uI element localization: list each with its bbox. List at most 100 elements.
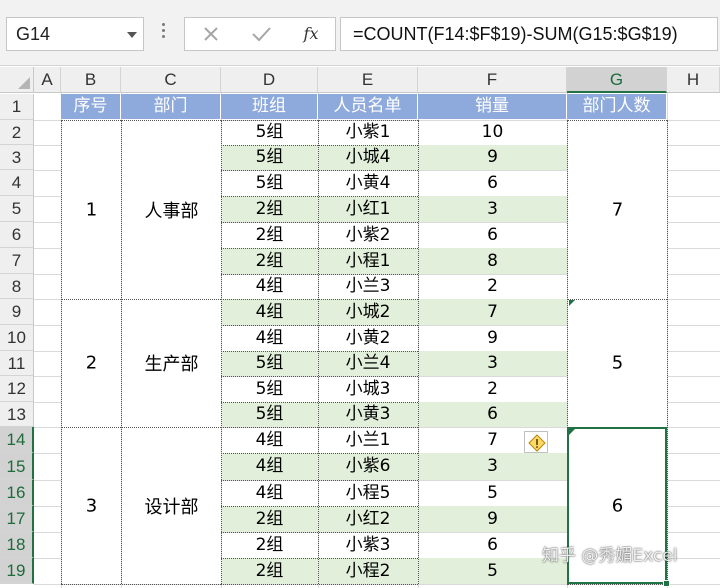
cancel-icon[interactable] xyxy=(191,18,231,50)
warning-diamond-icon[interactable] xyxy=(524,431,548,453)
chevron-down-icon[interactable] xyxy=(127,32,137,38)
row-header-4[interactable]: 4 xyxy=(0,170,34,196)
table-cell[interactable]: 小黄4 xyxy=(318,170,418,196)
department-cell[interactable]: 生产部 xyxy=(122,299,221,427)
row-header-10[interactable]: 10 xyxy=(0,325,34,351)
column-header-h[interactable]: H xyxy=(667,67,720,93)
table-cell[interactable]: 2 xyxy=(418,376,567,402)
table-cell[interactable]: 5组 xyxy=(221,170,318,196)
table-cell[interactable]: 小黄3 xyxy=(318,402,418,427)
table-cell[interactable]: 3 xyxy=(418,453,567,480)
select-all-button[interactable] xyxy=(0,67,34,93)
table-cell[interactable]: 5 xyxy=(418,480,567,506)
table-cell[interactable]: 小兰1 xyxy=(318,427,418,453)
table-cell[interactable]: 2组 xyxy=(221,248,318,274)
row-header-18[interactable]: 18 xyxy=(0,532,34,558)
table-cell[interactable]: 小兰4 xyxy=(318,351,418,376)
table-cell[interactable]: 4组 xyxy=(221,480,318,506)
table-cell[interactable]: 小紫1 xyxy=(318,120,418,145)
table-cell[interactable]: 5组 xyxy=(221,145,318,170)
table-cell[interactable]: 4组 xyxy=(221,274,318,299)
index-cell[interactable]: 2 xyxy=(62,299,121,427)
table-cell[interactable]: 5组 xyxy=(221,351,318,376)
row-header-11[interactable]: 11 xyxy=(0,351,34,376)
table-cell[interactable]: 7 xyxy=(418,299,567,325)
department-cell[interactable]: 设计部 xyxy=(122,427,221,584)
table-cell[interactable]: 2组 xyxy=(221,532,318,558)
row-header-14[interactable]: 14 xyxy=(0,427,34,453)
table-cell[interactable]: 2组 xyxy=(221,196,318,222)
table-cell[interactable]: 5组 xyxy=(221,376,318,402)
name-box[interactable]: G14 xyxy=(6,17,144,51)
table-cell[interactable]: 8 xyxy=(418,248,567,274)
table-cell[interactable]: 9 xyxy=(418,506,567,532)
row-header-17[interactable]: 17 xyxy=(0,506,34,532)
table-cell[interactable]: 5组 xyxy=(221,402,318,427)
column-header-d[interactable]: D xyxy=(221,67,318,93)
table-cell[interactable]: 4组 xyxy=(221,453,318,480)
department-count-cell[interactable]: 7 xyxy=(568,120,667,299)
row-header-7[interactable]: 7 xyxy=(0,248,34,274)
row-header-1[interactable]: 1 xyxy=(0,94,34,120)
row-header-6[interactable]: 6 xyxy=(0,222,34,248)
column-header-g[interactable]: G xyxy=(567,67,667,93)
column-header-e[interactable]: E xyxy=(318,67,418,93)
table-cell[interactable]: 小黄2 xyxy=(318,325,418,351)
row-header-9[interactable]: 9 xyxy=(0,299,34,325)
table-cell[interactable]: 小城3 xyxy=(318,376,418,402)
column-header-b[interactable]: B xyxy=(61,67,121,93)
drag-handle-icon[interactable] xyxy=(160,20,166,46)
index-cell[interactable]: 1 xyxy=(62,120,121,299)
table-cell[interactable]: 3 xyxy=(418,196,567,222)
table-cell[interactable]: 小城4 xyxy=(318,145,418,170)
table-cell[interactable]: 小紫2 xyxy=(318,222,418,248)
department-cell[interactable]: 人事部 xyxy=(122,120,221,299)
table-cell[interactable]: 4组 xyxy=(221,325,318,351)
row-header-5[interactable]: 5 xyxy=(0,196,34,222)
table-cell[interactable]: 9 xyxy=(418,145,567,170)
table-cell[interactable]: 2组 xyxy=(221,558,318,584)
table-cell[interactable]: 4组 xyxy=(221,427,318,453)
table-cell[interactable]: 10 xyxy=(418,120,567,145)
fill-handle[interactable] xyxy=(663,580,670,587)
table-cell[interactable]: 小城2 xyxy=(318,299,418,325)
table-border xyxy=(61,120,221,121)
table-header-cell: 部门人数 xyxy=(567,94,667,119)
table-border xyxy=(221,120,222,584)
department-cell-value: 生产部 xyxy=(144,354,199,375)
row-header-15[interactable]: 15 xyxy=(0,453,34,480)
insert-function-button[interactable]: fx xyxy=(291,18,331,50)
table-cell[interactable]: 小程1 xyxy=(318,248,418,274)
row-header-19[interactable]: 19 xyxy=(0,558,34,584)
row-header-3[interactable]: 3 xyxy=(0,145,34,170)
row-header-2[interactable]: 2 xyxy=(0,120,34,145)
row-header-8[interactable]: 8 xyxy=(0,274,34,299)
table-cell[interactable]: 6 xyxy=(418,402,567,427)
index-cell[interactable]: 3 xyxy=(62,427,121,584)
table-cell[interactable]: 3 xyxy=(418,351,567,376)
check-icon[interactable] xyxy=(241,18,281,50)
table-cell[interactable]: 小程2 xyxy=(318,558,418,584)
row-header-13[interactable]: 13 xyxy=(0,402,34,427)
table-cell[interactable]: 小紫6 xyxy=(318,453,418,480)
table-cell[interactable]: 6 xyxy=(418,222,567,248)
row-header-16[interactable]: 16 xyxy=(0,480,34,506)
table-cell[interactable]: 小兰3 xyxy=(318,274,418,299)
department-count-cell[interactable]: 5 xyxy=(568,299,667,427)
table-cell[interactable]: 小红1 xyxy=(318,196,418,222)
table-cell[interactable]: 2组 xyxy=(221,506,318,532)
formula-input[interactable]: =COUNT(F14:$F$19)-SUM(G15:$G$19) xyxy=(340,17,718,51)
table-cell[interactable]: 小紫3 xyxy=(318,532,418,558)
table-cell[interactable]: 6 xyxy=(418,170,567,196)
table-cell[interactable]: 小程5 xyxy=(318,480,418,506)
table-cell[interactable]: 9 xyxy=(418,325,567,351)
column-header-f[interactable]: F xyxy=(418,67,567,93)
table-cell[interactable]: 4组 xyxy=(221,299,318,325)
row-header-12[interactable]: 12 xyxy=(0,376,34,402)
table-cell[interactable]: 小红2 xyxy=(318,506,418,532)
column-header-c[interactable]: C xyxy=(121,67,221,93)
column-header-a[interactable]: A xyxy=(34,67,61,93)
table-cell[interactable]: 5组 xyxy=(221,120,318,145)
table-cell[interactable]: 2组 xyxy=(221,222,318,248)
table-cell[interactable]: 2 xyxy=(418,274,567,299)
